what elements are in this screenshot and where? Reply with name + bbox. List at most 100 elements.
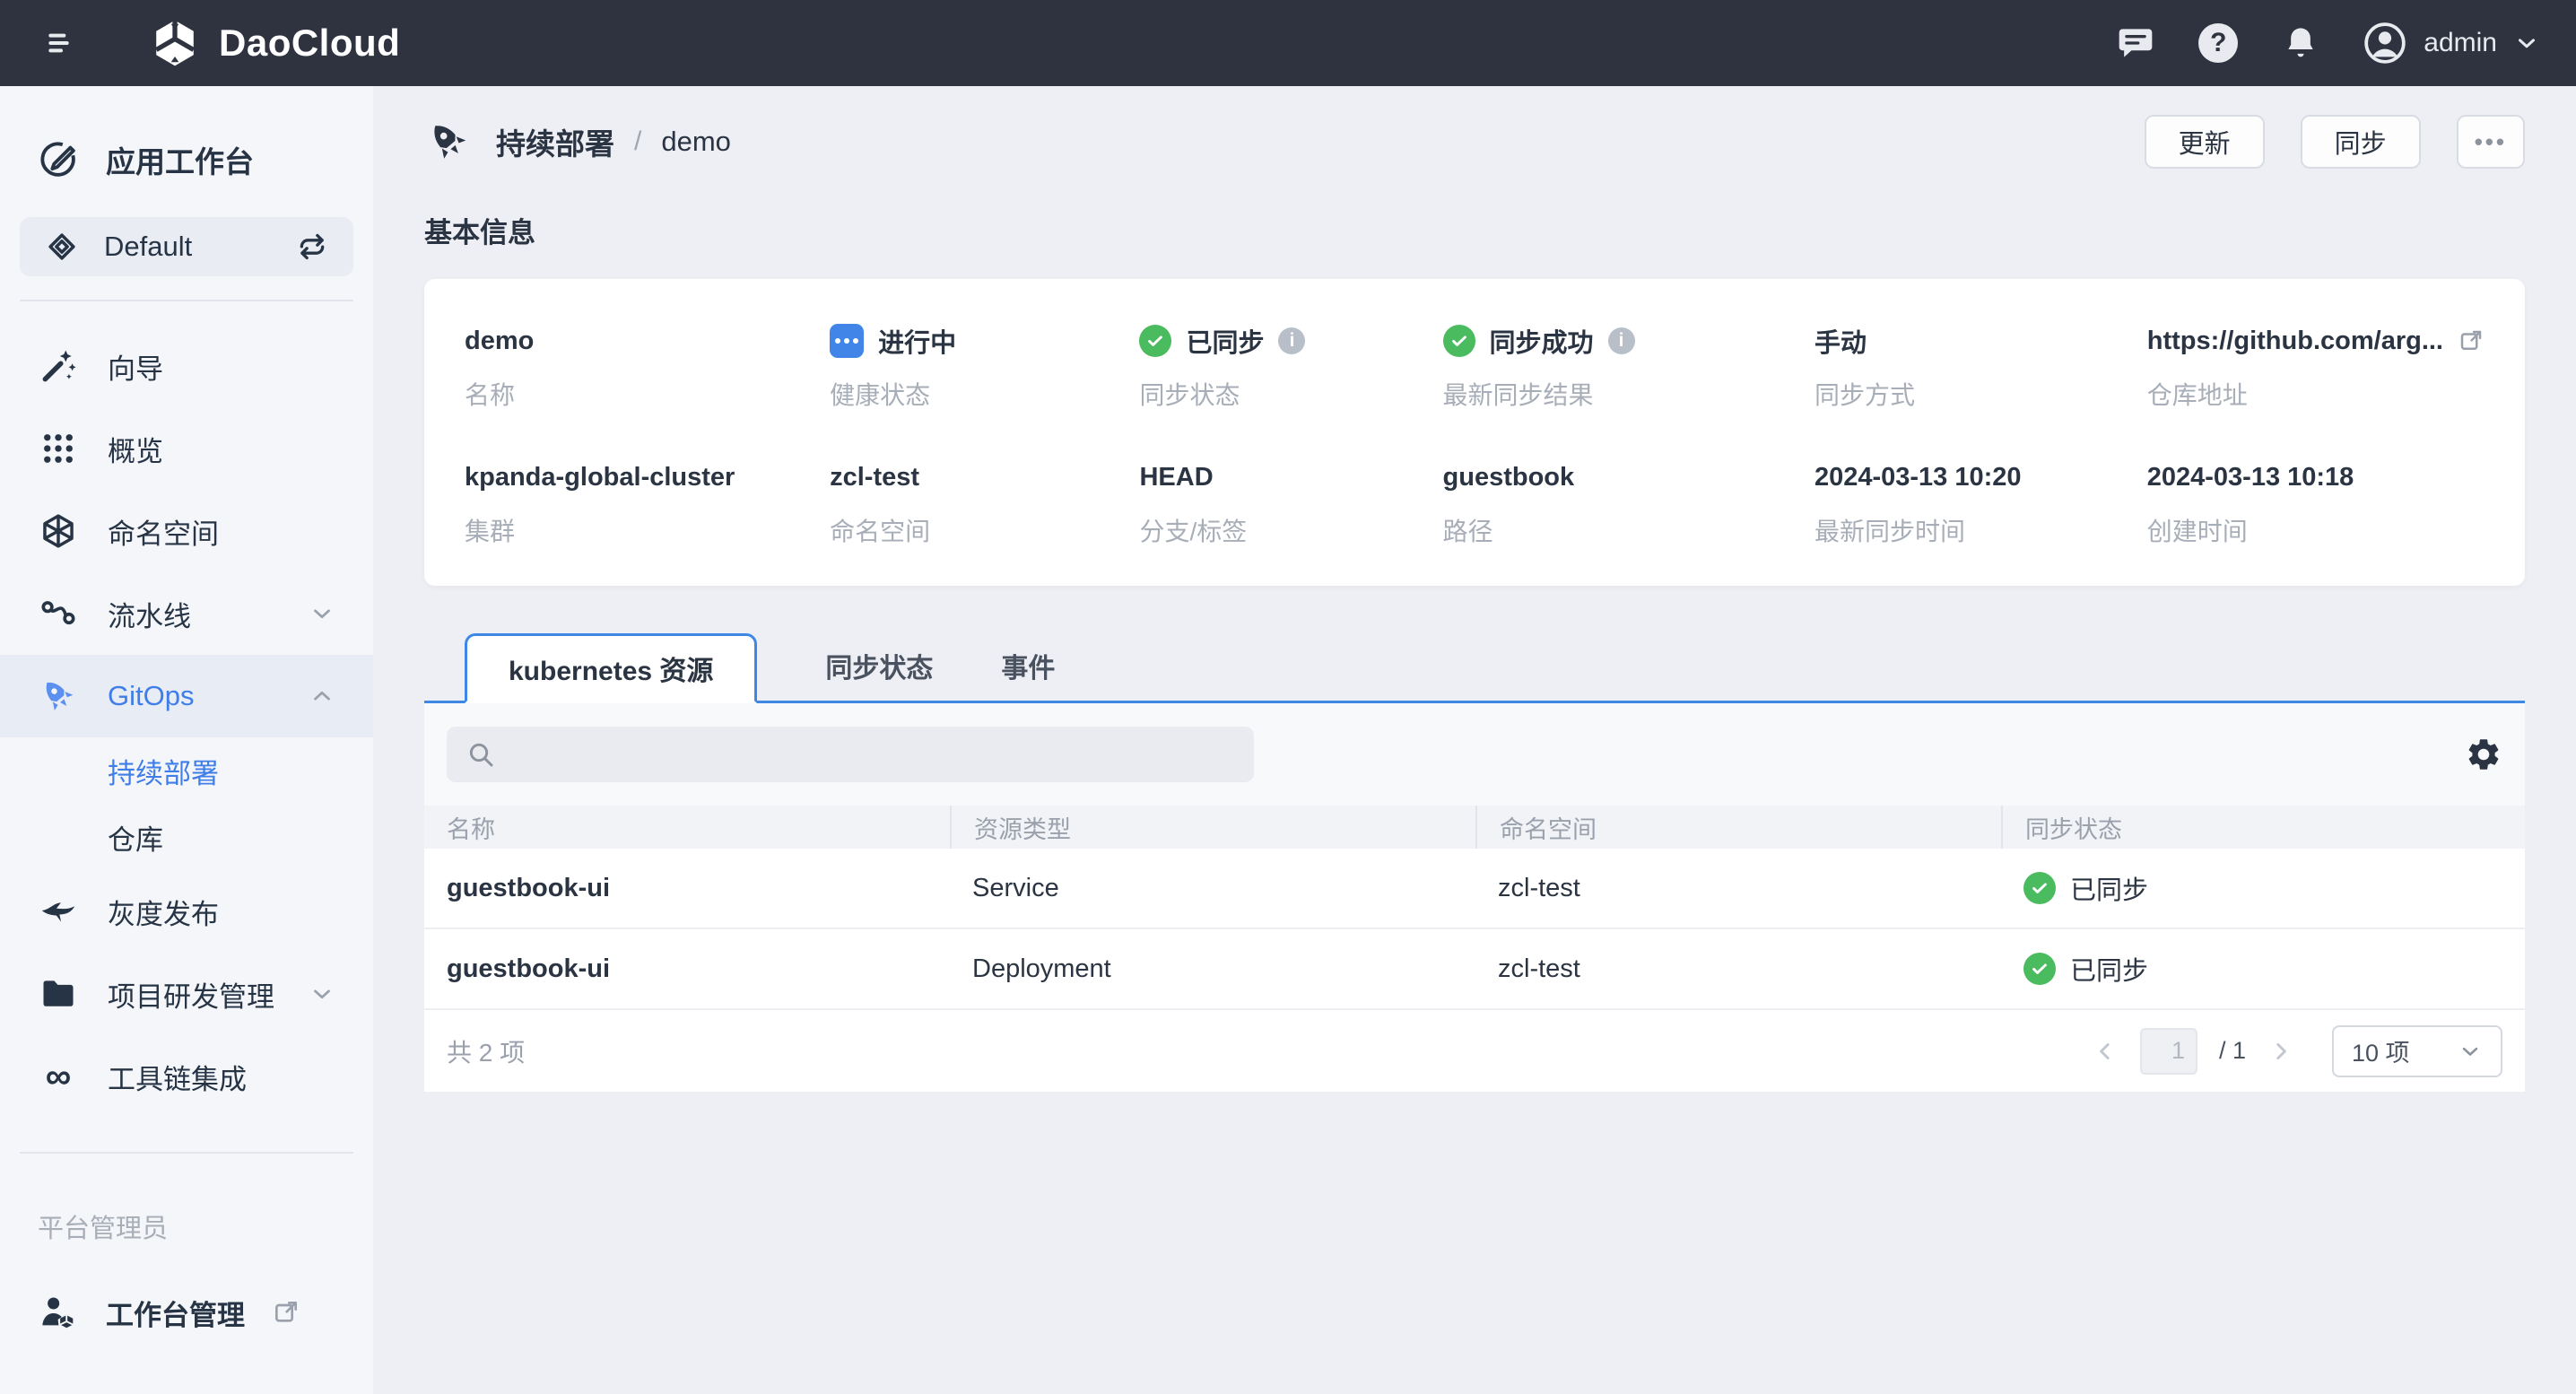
field-value: HEAD bbox=[1139, 463, 1213, 492]
tab-sync-status[interactable]: 同步状态 bbox=[825, 631, 933, 701]
tab-bar: kubernetes 资源 同步状态 事件 bbox=[424, 631, 2525, 703]
sidebar-item-label: 概览 bbox=[108, 429, 163, 469]
table-toolbar bbox=[424, 727, 2525, 782]
field-label: 命名空间 bbox=[830, 512, 1139, 548]
user-cube-icon bbox=[38, 1292, 79, 1333]
info-icon[interactable]: i bbox=[1608, 327, 1635, 354]
tab-events[interactable]: 事件 bbox=[1001, 631, 1055, 701]
search-icon bbox=[466, 740, 495, 769]
role-label: 平台管理员 bbox=[0, 1177, 373, 1281]
field-value: guestbook bbox=[1443, 463, 1575, 492]
workbench-admin-link[interactable]: 工作台管理 bbox=[0, 1281, 373, 1344]
field-label: 名称 bbox=[465, 376, 830, 412]
column-header-name: 名称 bbox=[424, 806, 950, 849]
sidebar-item-gray-release[interactable]: 灰度发布 bbox=[0, 870, 373, 953]
field-value: kpanda-global-cluster bbox=[465, 463, 735, 492]
sidebar-item-overview[interactable]: 概览 bbox=[0, 407, 373, 490]
sidebar-item-wizard[interactable]: 向导 bbox=[0, 325, 373, 407]
sidebar-item-project-management[interactable]: 项目研发管理 bbox=[0, 953, 373, 1035]
pagination: 1 / 1 10 项 bbox=[2092, 1025, 2502, 1077]
username: admin bbox=[2424, 28, 2497, 58]
field-value: demo bbox=[465, 327, 534, 356]
question-mark-glyph: ? bbox=[2198, 23, 2238, 63]
sidebar-item-pipeline[interactable]: 流水线 bbox=[0, 572, 373, 655]
search-box[interactable] bbox=[447, 727, 1254, 782]
info-field-last-sync-time: 2024-03-13 10:20 最新同步时间 bbox=[1815, 457, 2147, 548]
page-total: / 1 bbox=[2219, 1037, 2246, 1065]
resources-panel: 名称 资源类型 命名空间 同步状态 guestbook-ui Service z… bbox=[424, 703, 2525, 1092]
cell-namespace: zcl-test bbox=[1475, 954, 2001, 984]
field-label: 最新同步结果 bbox=[1443, 376, 1815, 412]
next-page-icon[interactable] bbox=[2267, 1038, 2294, 1065]
sidebar-divider bbox=[20, 1152, 353, 1154]
status-text: 已同步 bbox=[2070, 869, 2148, 907]
chevron-down-icon bbox=[309, 600, 335, 627]
notifications-bell-icon[interactable] bbox=[2280, 22, 2321, 64]
workspace-selector[interactable]: Default bbox=[20, 217, 353, 276]
table-row[interactable]: guestbook-ui Deployment zcl-test 已同步 bbox=[424, 929, 2525, 1010]
progressing-icon bbox=[830, 324, 864, 358]
column-header-sync-status: 同步状态 bbox=[2001, 806, 2525, 849]
table-row[interactable]: guestbook-ui Service zcl-test 已同步 bbox=[424, 849, 2525, 929]
sidebar-item-gitops[interactable]: GitOps bbox=[0, 655, 373, 737]
sidebar-item-label: 工具链集成 bbox=[108, 1057, 247, 1097]
feedback-chat-icon[interactable] bbox=[2115, 22, 2156, 64]
gear-icon[interactable] bbox=[2465, 736, 2502, 773]
topbar-right: ? admin bbox=[2115, 21, 2540, 65]
basic-info-title: 基本信息 bbox=[424, 210, 2525, 250]
workbench-admin-label: 工作台管理 bbox=[106, 1293, 245, 1333]
external-link-icon[interactable] bbox=[2458, 327, 2485, 354]
subitem-label: 仓库 bbox=[108, 817, 163, 858]
sidebar: 应用工作台 Default 向导 概览 命名空间 bbox=[0, 86, 373, 1394]
page-number-input[interactable]: 1 bbox=[2140, 1028, 2197, 1075]
update-button[interactable]: 更新 bbox=[2145, 115, 2265, 169]
check-circle-icon bbox=[1139, 325, 1171, 357]
field-label: 路径 bbox=[1443, 512, 1815, 548]
sidebar-item-namespace[interactable]: 命名空间 bbox=[0, 490, 373, 572]
page-size-select[interactable]: 10 项 bbox=[2332, 1025, 2502, 1077]
user-chevron-down-icon bbox=[2513, 30, 2540, 57]
sidebar-bottom: 平台管理员 工作台管理 bbox=[0, 1128, 373, 1344]
info-field-branch: HEAD 分支/标签 bbox=[1139, 457, 1442, 548]
sidebar-item-label: 向导 bbox=[108, 346, 163, 387]
hamburger-icon bbox=[40, 25, 82, 61]
tab-kubernetes-resources[interactable]: kubernetes 资源 bbox=[465, 633, 757, 703]
sync-button[interactable]: 同步 bbox=[2301, 115, 2421, 169]
menu-toggle-button[interactable] bbox=[36, 18, 86, 68]
cell-name[interactable]: guestbook-ui bbox=[424, 874, 950, 903]
header-actions: 更新 同步 ••• bbox=[2145, 115, 2525, 169]
sidebar-item-label: 灰度发布 bbox=[108, 892, 219, 932]
cell-name[interactable]: guestbook-ui bbox=[424, 954, 950, 984]
sidebar-item-label: GitOps bbox=[108, 680, 194, 712]
column-header-type: 资源类型 bbox=[950, 806, 1475, 849]
breadcrumb-root[interactable]: 持续部署 bbox=[496, 120, 614, 163]
subitem-label: 持续部署 bbox=[108, 751, 219, 791]
avatar bbox=[2363, 21, 2407, 65]
field-label: 同步方式 bbox=[1815, 376, 2147, 412]
info-field-name: demo 名称 bbox=[465, 320, 830, 412]
workbench-icon bbox=[38, 138, 79, 181]
workspace-title: 应用工作台 bbox=[106, 138, 254, 181]
check-circle-icon bbox=[2023, 953, 2056, 985]
more-actions-button[interactable]: ••• bbox=[2457, 115, 2525, 169]
cell-sync-status: 已同步 bbox=[2001, 869, 2525, 907]
table-header: 名称 资源类型 命名空间 同步状态 bbox=[424, 806, 2525, 849]
sidebar-subitem-repository[interactable]: 仓库 bbox=[0, 804, 373, 870]
sidebar-item-toolchain[interactable]: ∞ 工具链集成 bbox=[0, 1035, 373, 1118]
user-menu[interactable]: admin bbox=[2363, 21, 2540, 65]
cell-type: Service bbox=[950, 874, 1475, 903]
sidebar-subitem-continuous-deployment[interactable]: 持续部署 bbox=[0, 737, 373, 804]
info-field-repo-url: https://github.com/arg... 仓库地址 bbox=[2147, 320, 2485, 412]
workspace-switch-icon[interactable] bbox=[294, 229, 330, 265]
field-label: 健康状态 bbox=[830, 376, 1139, 412]
info-field-sync-status: 已同步 i 同步状态 bbox=[1139, 320, 1442, 412]
topbar: DaoCloud ? admin bbox=[0, 0, 2576, 86]
breadcrumb-separator: / bbox=[634, 126, 641, 157]
repo-url[interactable]: https://github.com/arg... bbox=[2147, 327, 2443, 356]
prev-page-icon[interactable] bbox=[2092, 1038, 2119, 1065]
workspace-selector-label: Default bbox=[104, 231, 271, 263]
search-input[interactable] bbox=[509, 740, 1234, 769]
page-size-value: 10 项 bbox=[2352, 1033, 2410, 1068]
help-icon[interactable]: ? bbox=[2197, 22, 2239, 64]
info-icon[interactable]: i bbox=[1278, 327, 1305, 354]
